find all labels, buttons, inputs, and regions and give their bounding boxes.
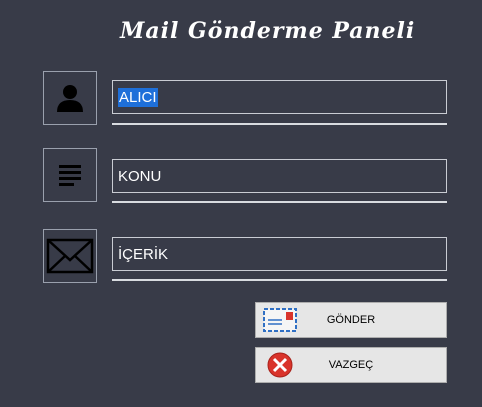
subject-underline <box>112 201 447 203</box>
mail-stamp-icon <box>263 308 297 332</box>
send-button-label: GÖNDER <box>326 314 376 326</box>
send-button[interactable]: GÖNDER <box>255 302 447 338</box>
body-value: İÇERİK <box>118 245 169 263</box>
cancel-button[interactable]: VAZGEÇ <box>255 347 447 383</box>
cancel-x-icon <box>267 352 293 378</box>
subject-field[interactable]: KONU <box>112 159 447 193</box>
subject-value: KONU <box>118 167 162 185</box>
body-underline <box>112 279 447 281</box>
body-field[interactable]: İÇERİK <box>112 237 447 271</box>
recipient-value: ALICI <box>118 87 158 107</box>
recipient-field[interactable]: ALICI <box>112 80 447 114</box>
envelope-icon <box>43 229 97 283</box>
cancel-button-label: VAZGEÇ <box>328 359 374 371</box>
recipient-underline <box>112 123 447 125</box>
user-icon <box>43 71 97 125</box>
panel-title: Mail Gönderme Paneli <box>120 18 416 44</box>
lines-icon <box>43 148 97 202</box>
